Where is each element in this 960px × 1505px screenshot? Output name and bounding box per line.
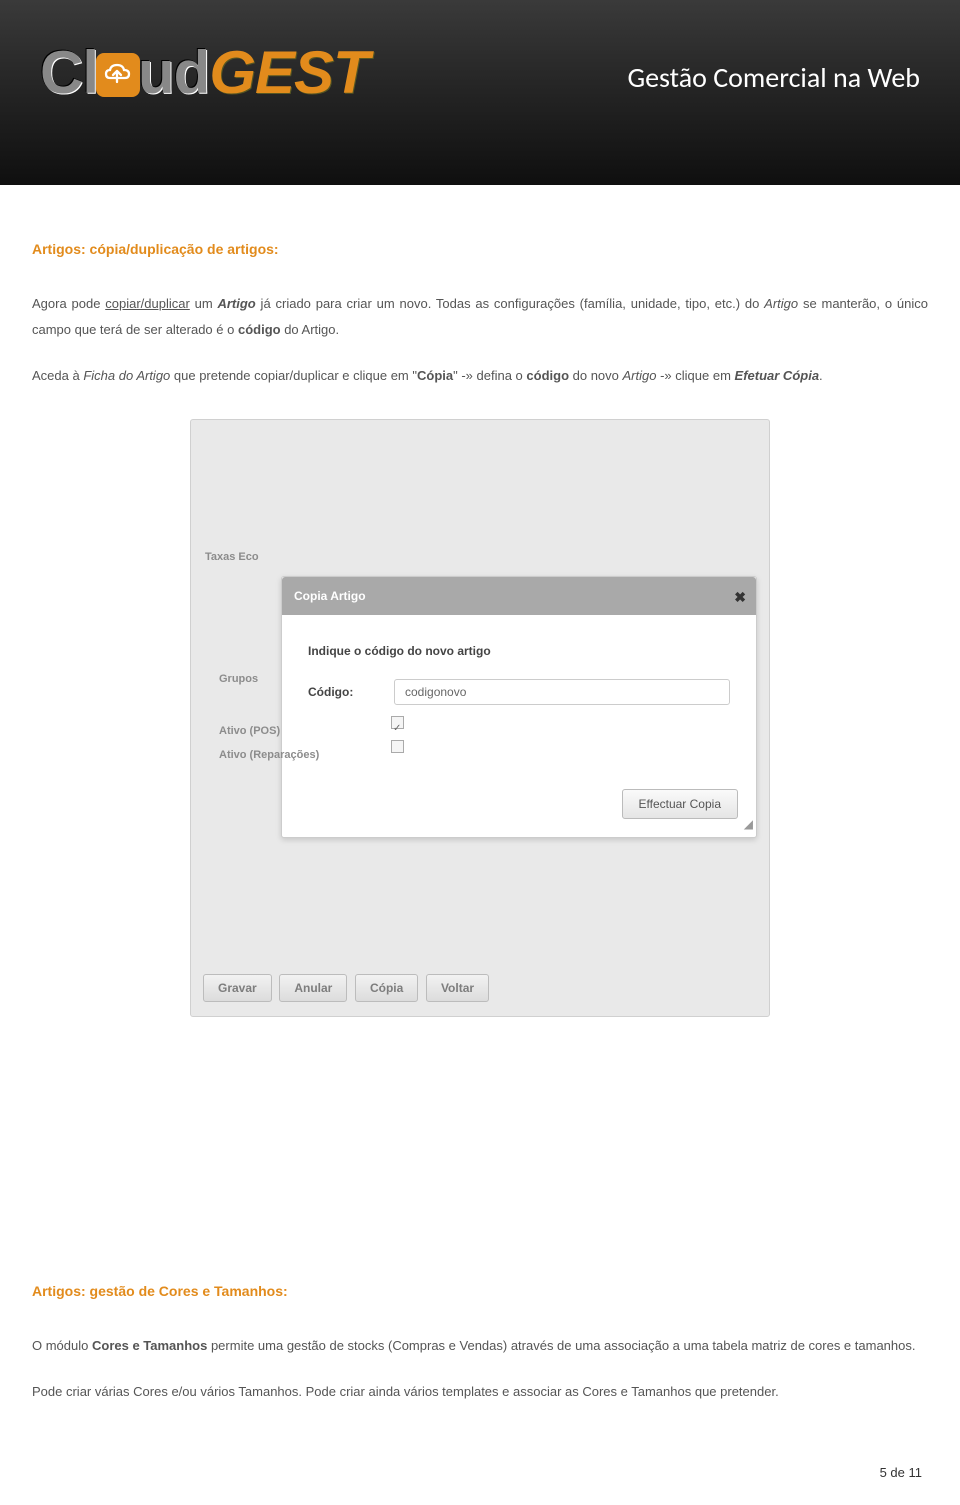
section-title-2: Artigos: gestão de Cores e Tamanhos:: [32, 1277, 928, 1305]
resize-handle-icon[interactable]: ◢: [744, 812, 753, 836]
page-header: CludGEST Gestão Comercial na Web: [0, 0, 960, 185]
page-number: 5 de 11: [880, 1465, 922, 1480]
side-label-grupos: Grupos: [205, 660, 258, 698]
ativo-rep-checkbox[interactable]: [391, 740, 404, 753]
screenshot-dialog: Taxas Eco Copia Artigo ✖ Indique o códig…: [190, 419, 770, 1017]
section2-paragraph2: Pode criar várias Cores e/ou vários Tama…: [32, 1379, 928, 1405]
anular-button[interactable]: Anular: [279, 974, 347, 1002]
modal-header: Copia Artigo ✖: [282, 577, 756, 615]
modal-prompt: Indique o código do novo artigo: [308, 639, 730, 663]
copia-button[interactable]: Cópia: [355, 974, 418, 1002]
section1-paragraph1: Agora pode copiar/duplicar um Artigo já …: [32, 291, 928, 343]
close-icon[interactable]: ✖: [734, 583, 746, 611]
page-content: Artigos: cópia/duplicação de artigos: Ag…: [0, 185, 960, 1465]
logo-text-cl: Cl: [40, 39, 98, 106]
side-label-taxas: Taxas Eco: [191, 538, 769, 576]
logo-text-ud: ud: [138, 39, 209, 106]
codigo-label: Código:: [308, 680, 378, 704]
effectuar-copia-button[interactable]: Effectuar Copia: [622, 789, 739, 819]
section-title-1: Artigos: cópia/duplicação de artigos:: [32, 235, 928, 263]
section1-paragraph2: Aceda à Ficha do Artigo que pretende cop…: [32, 363, 928, 389]
header-tagline: Gestão Comercial na Web: [627, 60, 920, 95]
section2-paragraph1: O módulo Cores e Tamanhos permite uma ge…: [32, 1333, 928, 1359]
codigo-input[interactable]: [394, 679, 730, 705]
gravar-button[interactable]: Gravar: [203, 974, 272, 1002]
cloud-icon: [96, 53, 140, 97]
modal-title: Copia Artigo: [294, 589, 366, 603]
side-label-ativo-rep: Ativo (Reparações): [205, 736, 319, 774]
logo: CludGEST: [40, 38, 369, 107]
button-bar: Gravar Anular Cópia Voltar: [191, 890, 769, 1016]
voltar-button[interactable]: Voltar: [426, 974, 489, 1002]
copy-artigo-modal: Copia Artigo ✖ Indique o código do novo …: [281, 576, 757, 838]
logo-text-gest: GEST: [209, 39, 368, 106]
ativo-pos-checkbox[interactable]: [391, 716, 404, 729]
